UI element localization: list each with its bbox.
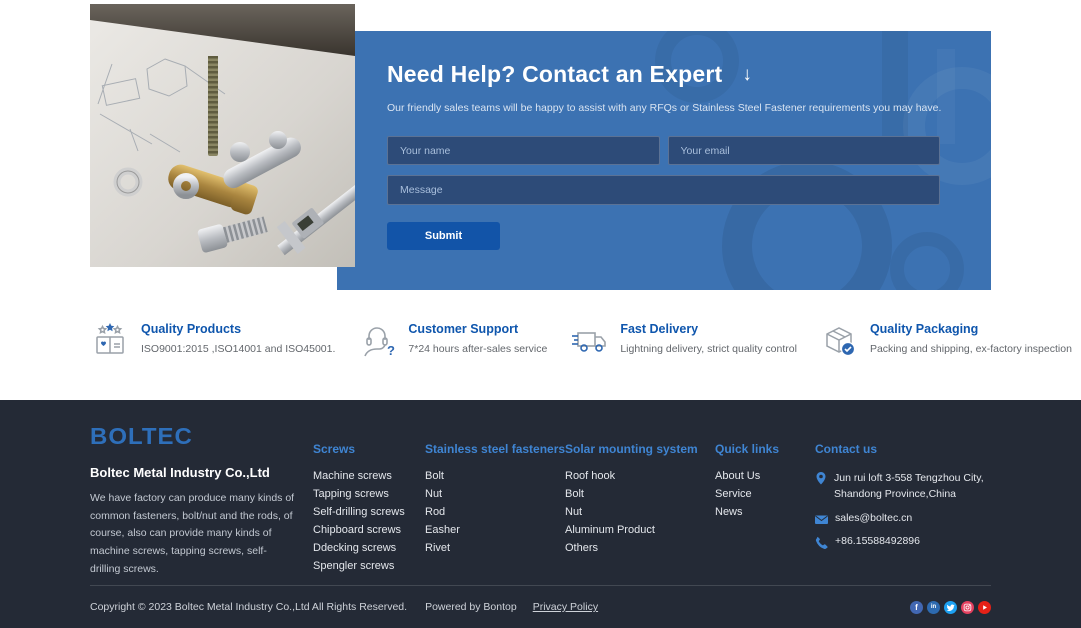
feature-description: Lightning delivery, strict quality contr… xyxy=(620,343,797,355)
copyright-text: Copyright © 2023 Boltec Metal Industry C… xyxy=(90,601,407,613)
footer-column-stainless-steel-fasteners: Stainless steel fasteners Bolt Nut Rod E… xyxy=(425,424,565,585)
privacy-policy-link[interactable]: Privacy Policy xyxy=(533,601,598,613)
phone-icon xyxy=(815,536,828,549)
footer-columns: BOLTEC Boltec Metal Industry Co.,Ltd We … xyxy=(90,424,991,585)
gift-box-stars-icon xyxy=(90,320,130,365)
footer-bottom-bar: Copyright © 2023 Boltec Metal Industry C… xyxy=(90,585,991,628)
footer-column-quick-links: Quick links About Us Service News xyxy=(715,424,815,585)
facebook-icon[interactable]: f xyxy=(910,601,923,614)
footer-link[interactable]: Aluminum Product xyxy=(565,524,715,536)
message-input[interactable] xyxy=(387,175,940,205)
contact-panel: Need Help? Contact an Expert ↓ Our frien… xyxy=(337,31,991,290)
footer-link[interactable]: Bolt xyxy=(425,470,565,482)
footer-link[interactable]: Chipboard screws xyxy=(313,524,425,536)
company-description: We have factory can produce many kinds o… xyxy=(90,490,296,578)
footer-column-screws: Screws Machine screws Tapping screws Sel… xyxy=(313,424,425,585)
contact-form: Submit xyxy=(387,136,940,250)
envelope-icon xyxy=(815,513,828,526)
contact-title: Need Help? Contact an Expert xyxy=(387,61,722,88)
package-check-icon xyxy=(819,320,859,365)
company-name: Boltec Metal Industry Co.,Ltd xyxy=(90,465,313,480)
footer-link[interactable]: Tapping screws xyxy=(313,488,425,500)
footer-link[interactable]: News xyxy=(715,506,815,518)
twitter-icon[interactable] xyxy=(944,601,957,614)
footer-column-heading: Solar mounting system xyxy=(565,442,715,456)
contact-address: Jun rui loft 3-558 Tengzhou City, Shando… xyxy=(834,470,984,503)
address-line-1: Jun rui loft 3-558 Tengzhou City, xyxy=(834,470,984,486)
contact-subtitle: Our friendly sales teams will be happy t… xyxy=(387,102,941,114)
feature-title: Customer Support xyxy=(408,322,547,336)
address-line-2: Shandong Province,China xyxy=(834,486,984,502)
footer-column-heading: Contact us xyxy=(815,442,991,456)
footer-link[interactable]: Rivet xyxy=(425,542,565,554)
footer-link[interactable]: Others xyxy=(565,542,715,554)
submit-button[interactable]: Submit xyxy=(387,222,500,250)
footer-link[interactable]: Machine screws xyxy=(313,470,425,482)
delivery-truck-icon xyxy=(569,320,609,365)
feature-quality-packaging: Quality Packaging Packing and shipping, … xyxy=(819,320,1072,365)
footer-link[interactable]: Nut xyxy=(565,506,715,518)
contact-address-row: Jun rui loft 3-558 Tengzhou City, Shando… xyxy=(815,470,991,503)
footer-brand-column: BOLTEC Boltec Metal Industry Co.,Ltd We … xyxy=(90,424,313,585)
contact-phone-row: +86.15588492896 xyxy=(815,535,991,549)
social-icons: f in xyxy=(910,601,991,614)
footer-link[interactable]: Service xyxy=(715,488,815,500)
contact-email[interactable]: sales@boltec.cn xyxy=(835,512,912,524)
footer-link[interactable]: Roof hook xyxy=(565,470,715,482)
footer-link[interactable]: Nut xyxy=(425,488,565,500)
arrow-down-icon: ↓ xyxy=(742,64,752,86)
headset-support-icon: ? xyxy=(357,320,397,365)
footer-column-heading: Stainless steel fasteners xyxy=(425,442,565,456)
footer-column-heading: Screws xyxy=(313,442,425,456)
footer: BOLTEC Boltec Metal Industry Co.,Ltd We … xyxy=(0,400,1081,628)
feature-title: Quality Packaging xyxy=(870,322,1072,336)
footer-column-heading: Quick links xyxy=(715,442,815,456)
fasteners-photo xyxy=(90,4,355,267)
boltec-logo: BOLTEC xyxy=(90,424,313,451)
powered-by-text: Powered by Bontop xyxy=(425,601,517,613)
svg-text:?: ? xyxy=(387,343,395,358)
footer-link[interactable]: Spengler screws xyxy=(313,560,425,572)
footer-column-contact-us: Contact us Jun rui loft 3-558 Tengzhou C… xyxy=(815,424,991,585)
feature-customer-support: ? Customer Support 7*24 hours after-sale… xyxy=(357,320,547,365)
contact-phone[interactable]: +86.15588492896 xyxy=(835,535,920,547)
feature-title: Fast Delivery xyxy=(620,322,797,336)
feature-quality-products: Quality Products ISO9001:2015 ,ISO14001 … xyxy=(90,320,335,365)
features-bar: Quality Products ISO9001:2015 ,ISO14001 … xyxy=(0,290,1081,400)
footer-link[interactable]: Rod xyxy=(425,506,565,518)
contact-hero-section: Need Help? Contact an Expert ↓ Our frien… xyxy=(0,0,1081,290)
name-input[interactable] xyxy=(387,136,660,165)
feature-description: 7*24 hours after-sales service xyxy=(408,343,547,355)
fasteners-illustration xyxy=(90,4,355,267)
instagram-icon[interactable] xyxy=(961,601,974,614)
footer-column-solar-mounting-system: Solar mounting system Roof hook Bolt Nut… xyxy=(565,424,715,585)
email-input[interactable] xyxy=(668,136,941,165)
location-pin-icon xyxy=(815,471,827,485)
footer-link[interactable]: About Us xyxy=(715,470,815,482)
feature-description: ISO9001:2015 ,ISO14001 and ISO45001. xyxy=(141,343,335,355)
feature-fast-delivery: Fast Delivery Lightning delivery, strict… xyxy=(569,320,797,365)
contact-email-row: sales@boltec.cn xyxy=(815,512,991,526)
footer-link[interactable]: Easher xyxy=(425,524,565,536)
feature-description: Packing and shipping, ex-factory inspect… xyxy=(870,343,1072,355)
footer-link[interactable]: Ddecking screws xyxy=(313,542,425,554)
footer-link[interactable]: Self-drilling screws xyxy=(313,506,425,518)
feature-title: Quality Products xyxy=(141,322,335,336)
youtube-icon[interactable] xyxy=(978,601,991,614)
linkedin-icon[interactable]: in xyxy=(927,601,940,614)
footer-link[interactable]: Bolt xyxy=(565,488,715,500)
